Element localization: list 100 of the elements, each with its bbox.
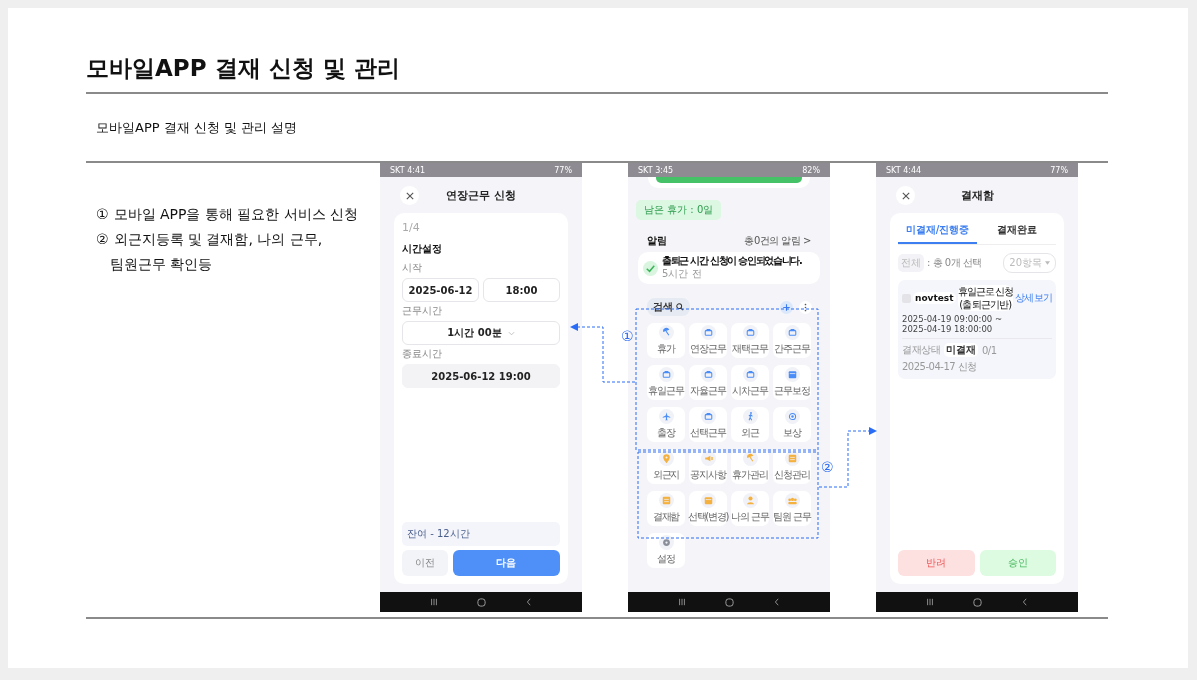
request-type: 휴일근로신청 (출퇴근기반) (957, 285, 1014, 311)
calendar-icon (784, 367, 800, 382)
people-icon (784, 493, 800, 508)
step-text: 외근지등록 및 결재함, 나의 근무, (113, 230, 323, 249)
menu-tile[interactable]: 휴일근무 (647, 365, 685, 400)
menu-tile[interactable]: 근무보정 (773, 365, 811, 400)
back-icon[interactable] (772, 598, 781, 606)
connector-arrow (570, 323, 636, 383)
close-button[interactable] (896, 186, 915, 205)
notification-time: 5시간 전 (662, 267, 703, 281)
notification-text: 출퇴근 시간 신청이 승인되었습니다. (662, 255, 802, 267)
end-time-field: 2025-06-12 19:00 (402, 364, 560, 388)
request-date: 2025-04-17 신청 (902, 360, 977, 374)
home-icon[interactable] (476, 597, 486, 607)
step-text: 모바일 APP을 통해 필요한 서비스 신청 (113, 205, 359, 224)
menu-tile[interactable]: 신청관리 (773, 449, 811, 484)
menu-tile[interactable]: 보상 (773, 407, 811, 442)
bag-icon (700, 367, 716, 382)
period-start: 2025-04-19 09:00:00 ~ (902, 314, 1003, 324)
menu-tile[interactable]: 나의 근무 (731, 491, 769, 526)
screen-title: 연장근무 신청 (446, 187, 516, 203)
close-icon (405, 191, 414, 200)
field-label: 시작 (402, 261, 422, 275)
notification-card[interactable]: 출퇴근 시간 신청이 승인되었습니다. 5시간 전 (638, 252, 820, 284)
menu-tile[interactable]: 결재함 (647, 491, 685, 526)
bag-icon (658, 367, 674, 382)
menu-tile[interactable]: 연장근무 (689, 323, 727, 358)
connector-arrow (818, 427, 877, 488)
callout-number: ① (621, 328, 634, 344)
chevron-down-icon (507, 330, 515, 336)
back-icon[interactable] (1020, 598, 1029, 606)
menu-tile[interactable]: 설정 (647, 533, 685, 568)
bag-icon (742, 325, 758, 340)
selected-count: : 총 0개 선택 (927, 256, 982, 270)
bag-icon (784, 325, 800, 340)
alerts-link[interactable]: 총0건의 알림 > (744, 234, 811, 248)
status-time: SKT 4:44 (886, 165, 922, 175)
menu-tile[interactable]: 공지사항 (689, 449, 727, 484)
menu-tile[interactable]: 외근 (731, 407, 769, 442)
close-icon (901, 191, 910, 200)
walker-icon (742, 409, 758, 424)
battery-level: 82% (802, 165, 820, 175)
gear-icon (658, 535, 674, 550)
form-button[interactable]: 이전 (402, 550, 448, 576)
tab[interactable]: 결재완료 (977, 221, 1056, 244)
person-icon (742, 493, 758, 508)
caret-down-icon (1045, 261, 1050, 265)
period-end: 2025-04-19 18:00:00 (902, 324, 993, 334)
close-button[interactable] (400, 186, 419, 205)
status-time: SKT 3:45 (638, 165, 674, 175)
section-title: 시간설정 (402, 242, 442, 256)
bag-icon (700, 409, 716, 424)
step-number: ① (96, 205, 109, 224)
status-value: 미결재 (944, 343, 978, 357)
menu-tile[interactable]: 선택근무 (689, 407, 727, 442)
search-button[interactable]: 검색 (647, 298, 690, 316)
bag-icon (742, 367, 758, 382)
menu-tile[interactable]: 간주근무 (773, 323, 811, 358)
leave-badge: 남은 휴가 : 0일 (636, 200, 722, 220)
bag-icon (700, 325, 716, 340)
menu-tile[interactable]: 선택(변경) (689, 491, 727, 526)
menu-tile[interactable]: 팀원 근무 (773, 491, 811, 526)
menu-tile[interactable]: 외근지 (647, 449, 685, 484)
duration-select[interactable]: 1시간 00분 (402, 321, 560, 345)
screen-title: 결재함 (960, 187, 994, 203)
time-field[interactable]: 18:00 (483, 278, 560, 302)
home-icon[interactable] (972, 597, 982, 607)
umbrella-icon (742, 451, 758, 466)
battery-level: 77% (554, 165, 572, 175)
recent-apps-icon[interactable] (677, 598, 686, 606)
back-icon[interactable] (524, 598, 533, 606)
add-icon[interactable] (780, 300, 793, 314)
umbrella-icon (658, 325, 674, 340)
pin-icon (658, 451, 674, 466)
detail-link[interactable]: 상세보기 (1015, 291, 1052, 305)
horn-icon (700, 451, 716, 466)
step-text: 팀원근무 확인등 (109, 255, 213, 274)
home-icon[interactable] (724, 597, 734, 607)
field-label: 근무시간 (402, 304, 442, 318)
step-indicator: 1/4 (402, 221, 420, 234)
page-description: 모바일APP 결재 신청 및 관리 설명 (96, 118, 298, 137)
plane-icon (658, 409, 674, 424)
calendar-icon (700, 493, 716, 508)
menu-tile[interactable]: 시차근무 (731, 365, 769, 400)
field-label: 종료시간 (402, 347, 442, 361)
recent-apps-icon[interactable] (429, 598, 438, 606)
menu-tile[interactable]: 휴가 (647, 323, 685, 358)
check-icon (643, 260, 658, 276)
menu-tile[interactable]: 재택근무 (731, 323, 769, 358)
menu-tile[interactable]: 휴가관리 (731, 449, 769, 484)
menu-tile[interactable]: 자율근무 (689, 365, 727, 400)
list-icon (784, 451, 800, 466)
recent-apps-icon[interactable] (925, 598, 934, 606)
step-number: ② (96, 230, 109, 249)
menu-tile[interactable]: 출장 (647, 407, 685, 442)
status-label: 결재상태 (902, 343, 940, 357)
tab[interactable]: 미결재/진행중 (898, 221, 977, 244)
search-icon (676, 303, 684, 311)
section-title: 알림 (647, 234, 667, 248)
date-field[interactable]: 2025-06-12 (402, 278, 479, 302)
